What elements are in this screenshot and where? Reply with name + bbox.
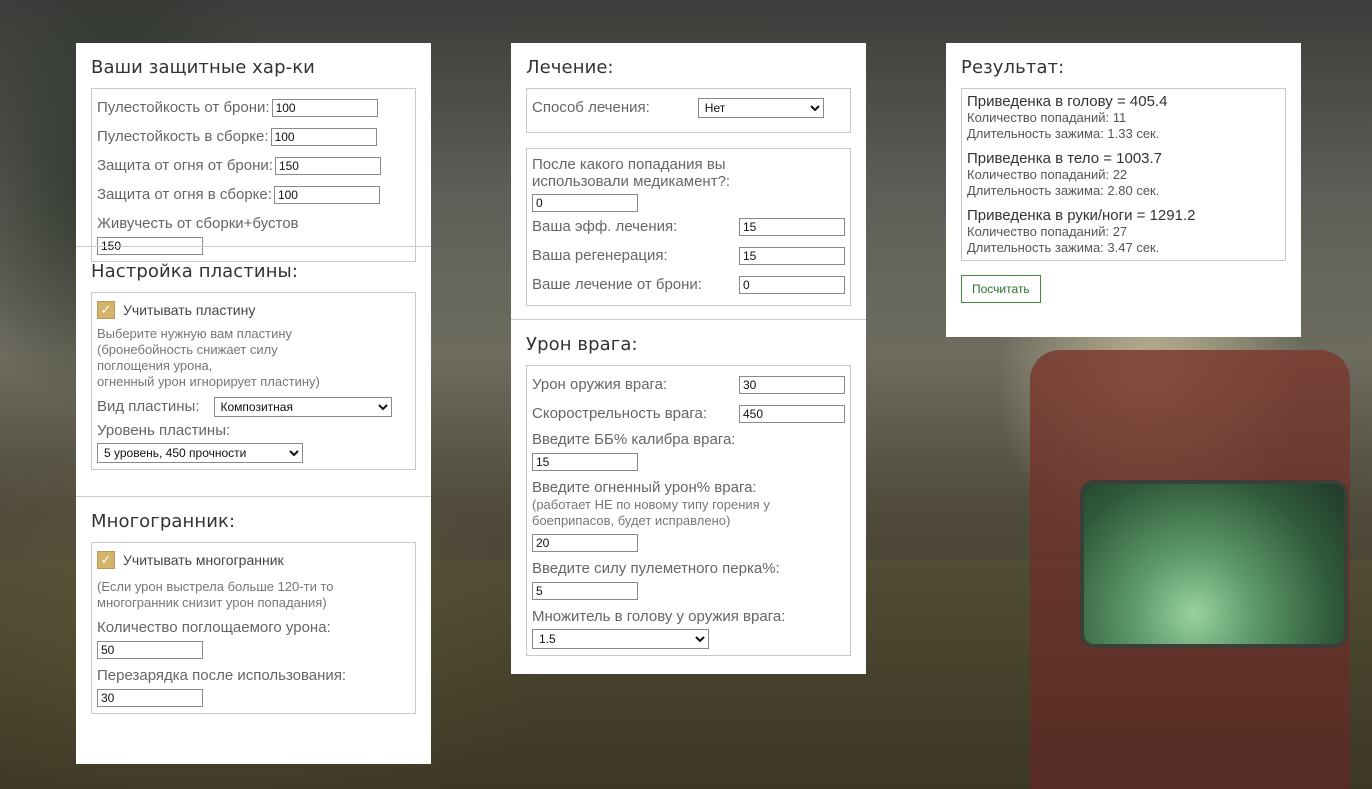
vitality-label: Живучесть от сборки+бустов bbox=[97, 215, 299, 232]
fire-protect-armor-input[interactable] bbox=[274, 156, 381, 175]
healing-method-box: Способ лечения: Нет bbox=[526, 88, 851, 133]
polyhedron-checkbox-label: Учитывать многогранник bbox=[123, 552, 284, 568]
defense-title: Ваши защитные хар-ки bbox=[91, 57, 315, 78]
result-headline: Приведенка в руки/ноги = 1291.2 bbox=[967, 207, 1196, 224]
plate-type-row: Вид пластины: Композитная bbox=[97, 392, 410, 421]
after-hit-label: После какого попадания вы использовали м… bbox=[532, 156, 731, 190]
regen-label: Ваша регенерация: bbox=[532, 247, 668, 264]
heal-eff-row: Ваша эфф. лечения: bbox=[532, 212, 845, 241]
result-duration: Длительность зажима: 1.33 сек. bbox=[967, 126, 1160, 141]
result-hits: Количество попаданий: 27 bbox=[967, 224, 1128, 239]
armor-heal-label: Ваше лечение от брони: bbox=[532, 276, 702, 293]
defense-box: Пулестойкость от брони: Пулестойкость в … bbox=[91, 88, 416, 262]
ap-label: Введите ББ% калибра врага: bbox=[532, 431, 736, 448]
healing-title: Лечение: bbox=[526, 57, 614, 78]
plate-section: Настройка пластины: ✓ Учитывать пластину… bbox=[76, 246, 431, 496]
result-item-head: Приведенка в голову = 405.4 Количество п… bbox=[967, 93, 1280, 142]
rof-input[interactable] bbox=[739, 404, 845, 423]
polyhedron-checkbox[interactable]: ✓ bbox=[97, 551, 115, 569]
fire-hint: (работает НЕ по новому типу горения у бо… bbox=[532, 497, 770, 528]
plate-type-select[interactable]: Композитная bbox=[213, 396, 392, 417]
bullet-resist-build-input[interactable] bbox=[270, 127, 377, 146]
armor-heal-input[interactable] bbox=[739, 275, 845, 294]
field-label: Пулестойкость в сборке: bbox=[97, 128, 269, 145]
plate-level-select[interactable]: 5 уровень, 450 прочности bbox=[97, 443, 303, 463]
result-item-body: Приведенка в тело = 1003.7 Количество по… bbox=[967, 150, 1280, 199]
polyhedron-box: ✓ Учитывать многогранник (Если урон выст… bbox=[91, 542, 416, 714]
result-hits: Количество попаданий: 11 bbox=[967, 110, 1127, 125]
healing-section: Лечение: Способ лечения: Нет После каког… bbox=[511, 43, 866, 319]
polyhedron-title: Многогранник: bbox=[91, 511, 236, 532]
rof-label: Скорострельность врага: bbox=[532, 405, 707, 422]
absorb-input[interactable] bbox=[97, 641, 203, 659]
polyhedron-hint: (Если урон выстрела больше 120-ти то мно… bbox=[97, 579, 334, 610]
result-duration: Длительность зажима: 2.80 сек. bbox=[967, 183, 1160, 198]
plate-hint: Выберите нужную вам пластину (бронебойно… bbox=[97, 326, 320, 389]
fire-input[interactable] bbox=[532, 534, 638, 552]
enemy-section: Урон врага: Урон оружия врага: Скоростре… bbox=[511, 319, 866, 671]
enemy-title: Урон врага: bbox=[526, 334, 638, 355]
mg-label: Введите силу пулеметного перка%: bbox=[532, 560, 780, 577]
result-duration: Длительность зажима: 3.47 сек. bbox=[967, 240, 1160, 255]
fire-protect-build-input[interactable] bbox=[273, 185, 380, 204]
middle-panel: Лечение: Способ лечения: Нет После каког… bbox=[511, 43, 866, 674]
cooldown-input[interactable] bbox=[97, 689, 203, 707]
weapon-dmg-row: Урон оружия врага: bbox=[532, 370, 845, 399]
bullet-resist-armor-input[interactable] bbox=[271, 98, 378, 117]
plate-checkbox-row[interactable]: ✓ Учитывать пластину bbox=[97, 297, 410, 323]
result-panel: Результат: Приведенка в голову = 405.4 К… bbox=[946, 43, 1301, 337]
result-section: Результат: Приведенка в голову = 405.4 К… bbox=[946, 43, 1301, 318]
plate-box: ✓ Учитывать пластину Выберите нужную вам… bbox=[91, 292, 416, 470]
result-title: Результат: bbox=[961, 57, 1065, 78]
defense-row-1: Пулестойкость в сборке: bbox=[97, 122, 410, 151]
heal-eff-input[interactable] bbox=[739, 217, 845, 236]
field-label: Защита от огня от брони: bbox=[97, 157, 273, 174]
healing-params-box: После какого попадания вы использовали м… bbox=[526, 148, 851, 306]
ap-input[interactable] bbox=[532, 453, 638, 471]
head-mult-select[interactable]: 1.5 bbox=[532, 629, 709, 649]
rof-row: Скорострельность врага: bbox=[532, 399, 845, 428]
left-panel: Ваши защитные хар-ки Пулестойкость от бр… bbox=[76, 43, 431, 764]
result-box: Приведенка в голову = 405.4 Количество п… bbox=[961, 88, 1286, 261]
polyhedron-checkbox-row[interactable]: ✓ Учитывать многогранник bbox=[97, 547, 410, 573]
weapon-dmg-label: Урон оружия врага: bbox=[532, 376, 668, 393]
calculate-button[interactable]: Посчитать bbox=[961, 275, 1041, 303]
result-headline: Приведенка в тело = 1003.7 bbox=[967, 150, 1163, 167]
polyhedron-section: Многогранник: ✓ Учитывать многогранник (… bbox=[76, 496, 431, 729]
result-hits: Количество попаданий: 22 bbox=[967, 167, 1128, 182]
defense-row-3: Защита от огня в сборке: bbox=[97, 180, 410, 209]
plate-level-label: Уровень пластины: bbox=[97, 422, 231, 439]
armor-heal-row: Ваше лечение от брони: bbox=[532, 270, 845, 299]
field-label: Защита от огня в сборке: bbox=[97, 186, 272, 203]
plate-title: Настройка пластины: bbox=[91, 261, 299, 282]
defense-row-2: Защита от огня от брони: bbox=[97, 151, 410, 180]
plate-checkbox[interactable]: ✓ bbox=[97, 301, 115, 319]
fire-label: Введите огненный урон% врага: bbox=[532, 479, 757, 496]
healing-method-select[interactable]: Нет bbox=[697, 97, 824, 118]
result-headline: Приведенка в голову = 405.4 bbox=[967, 93, 1168, 110]
regen-row: Ваша регенерация: bbox=[532, 241, 845, 270]
regen-input[interactable] bbox=[739, 246, 845, 265]
weapon-dmg-input[interactable] bbox=[739, 375, 845, 394]
heal-eff-label: Ваша эфф. лечения: bbox=[532, 218, 678, 235]
plate-checkbox-label: Учитывать пластину bbox=[123, 302, 256, 318]
enemy-box: Урон оружия врага: Скорострельность враг… bbox=[526, 365, 851, 656]
defense-section: Ваши защитные хар-ки Пулестойкость от бр… bbox=[76, 43, 431, 262]
after-hit-input[interactable] bbox=[532, 194, 638, 212]
background-radar-screen bbox=[1080, 480, 1348, 648]
healing-method-row: Способ лечения: Нет bbox=[532, 93, 845, 122]
healing-method-label: Способ лечения: bbox=[532, 99, 650, 116]
plate-type-label: Вид пластины: bbox=[97, 398, 200, 415]
cooldown-label: Перезарядка после использования: bbox=[97, 667, 347, 684]
absorb-label: Количество поглощаемого урона: bbox=[97, 619, 331, 636]
mg-input[interactable] bbox=[532, 582, 638, 600]
head-mult-label: Множитель в голову у оружия врага: bbox=[532, 608, 786, 625]
field-label: Пулестойкость от брони: bbox=[97, 99, 270, 116]
defense-row-0: Пулестойкость от брони: bbox=[97, 93, 410, 122]
result-item-limbs: Приведенка в руки/ноги = 1291.2 Количест… bbox=[967, 207, 1280, 256]
